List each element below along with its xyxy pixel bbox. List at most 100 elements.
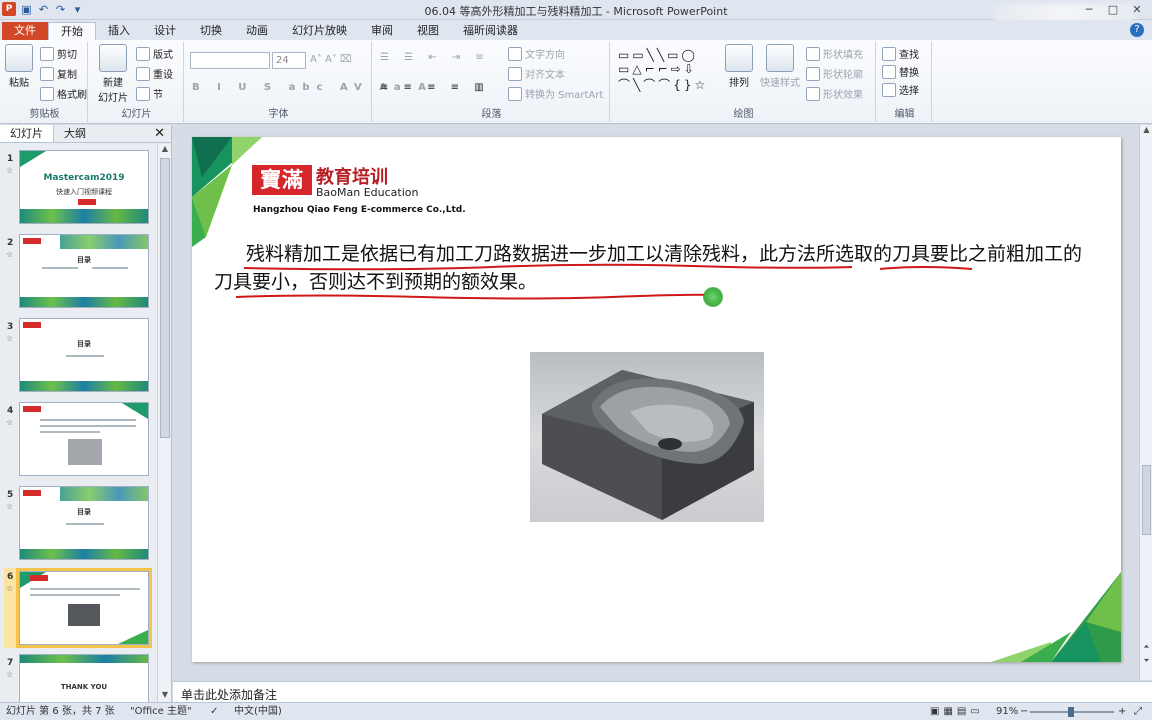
ribbon-tabs: 文件 开始 插入 设计 切换 动画 幻灯片放映 审阅 视图 福昕阅读器 bbox=[0, 20, 1152, 40]
thumbnail-4[interactable]: 4 ☆ bbox=[4, 402, 152, 478]
font-grow-shrink[interactable]: A˄ A˅ ⌧ bbox=[310, 54, 352, 65]
align-buttons[interactable]: ≡ ≡ ≡ ≡ ▥ bbox=[380, 82, 490, 93]
thumbnail-5[interactable]: 5 ☆ 目录 bbox=[4, 486, 152, 562]
tab-home[interactable]: 开始 bbox=[48, 22, 96, 40]
animation-star-icon: ☆ bbox=[6, 334, 14, 343]
theme-name[interactable]: "Office 主题" bbox=[130, 703, 192, 720]
smartart-icon bbox=[508, 86, 522, 101]
binoculars-icon bbox=[882, 46, 896, 61]
font-name-select[interactable] bbox=[190, 52, 270, 69]
scroll-down-icon[interactable]: ▼ bbox=[158, 690, 172, 702]
group-drawing: ▭▭╲╲▭◯ ▭△⌐⌐⇨⇩ ⌒╲⌒⌒{}☆ 排列 快速样式 形状填充 形状轮廓 形状… bbox=[612, 42, 876, 122]
close-icon[interactable]: ✕ bbox=[1126, 1, 1148, 18]
group-clipboard: 粘贴 剪切 复制 格式刷 剪贴板 bbox=[2, 42, 88, 122]
shape-outline-button[interactable]: 形状轮廓 bbox=[806, 66, 863, 81]
arrange-icon bbox=[725, 44, 753, 72]
find-button[interactable]: 查找 bbox=[882, 46, 919, 61]
shapes-gallery[interactable]: ▭▭╲╲▭◯ ▭△⌐⌐⇨⇩ ⌒╲⌒⌒{}☆ bbox=[618, 48, 708, 93]
scroll-up-icon[interactable]: ▲ bbox=[158, 144, 172, 156]
maximize-icon[interactable]: □ bbox=[1102, 1, 1124, 18]
new-slide-button[interactable]: 新建 幻灯片 bbox=[94, 44, 132, 104]
select-button[interactable]: 选择 bbox=[882, 82, 919, 97]
tab-design[interactable]: 设计 bbox=[142, 22, 188, 40]
thumbnail-scrollbar[interactable]: ▲ ▼ bbox=[157, 144, 171, 702]
animation-star-icon: ☆ bbox=[6, 418, 14, 427]
animation-star-icon: ☆ bbox=[6, 584, 14, 593]
slide-counter: 幻灯片 第 6 张，共 7 张 bbox=[6, 706, 115, 717]
copy-button[interactable]: 复制 bbox=[40, 66, 77, 81]
notes-input[interactable]: 单击此处添加备注 bbox=[173, 681, 1152, 702]
group-paragraph: ☰ ☰ ⇤ ⇥ ≡ 文字方向 对齐文本 转换为 SmartArt ≡ ≡ ≡ ≡… bbox=[374, 42, 610, 122]
tab-foxit[interactable]: 福昕阅读器 bbox=[451, 22, 530, 40]
zoom-level[interactable]: 91% bbox=[996, 703, 1018, 720]
brush-icon bbox=[40, 86, 54, 101]
replace-button[interactable]: 替换 bbox=[882, 64, 919, 79]
list-buttons[interactable]: ☰ ☰ ⇤ ⇥ ≡ bbox=[380, 52, 490, 63]
tab-insert[interactable]: 插入 bbox=[96, 22, 142, 40]
thumbnail-2[interactable]: 2 ☆ 目录 bbox=[4, 234, 152, 310]
paste-icon bbox=[5, 44, 33, 72]
prev-slide-icon[interactable]: ⏶ bbox=[1140, 642, 1152, 652]
align-text-icon bbox=[508, 66, 522, 81]
animation-star-icon: ☆ bbox=[6, 250, 14, 259]
clipboard-label: 剪贴板 bbox=[29, 109, 60, 120]
view-buttons[interactable]: ▣▦▤▭ bbox=[930, 703, 984, 720]
editor-scrollbar[interactable]: ▲ ⏶ ⏷ bbox=[1139, 125, 1152, 680]
format-painter-button[interactable]: 格式刷 bbox=[40, 86, 87, 101]
smartart-button[interactable]: 转换为 SmartArt bbox=[508, 86, 603, 101]
tab-slideshow[interactable]: 幻灯片放映 bbox=[280, 22, 359, 40]
zoom-out-icon[interactable]: − bbox=[1020, 703, 1028, 720]
spellcheck-icon[interactable]: ✓ bbox=[210, 703, 218, 720]
slide-editor: 寶滿 教育培训 BaoMan Education Hangzhou Qiao F… bbox=[173, 125, 1139, 680]
animation-star-icon: ☆ bbox=[6, 670, 14, 679]
text-direction-button[interactable]: 文字方向 bbox=[508, 46, 565, 61]
close-pane-icon[interactable]: ✕ bbox=[154, 126, 165, 141]
ribbon: 粘贴 剪切 复制 格式刷 剪贴板 新建 幻灯片 版式 重设 节 幻灯片 24 A… bbox=[0, 40, 1152, 124]
zoom-in-icon[interactable]: + bbox=[1118, 703, 1126, 720]
shape-effects-button[interactable]: 形状效果 bbox=[806, 86, 863, 101]
fill-icon bbox=[806, 46, 820, 61]
group-editing: 查找 替换 选择 编辑 bbox=[878, 42, 932, 122]
tab-view[interactable]: 视图 bbox=[405, 22, 451, 40]
slides-label: 幻灯片 bbox=[121, 109, 152, 120]
align-text-button[interactable]: 对齐文本 bbox=[508, 66, 565, 81]
tab-file[interactable]: 文件 bbox=[2, 22, 48, 40]
arrange-button[interactable]: 排列 bbox=[724, 44, 754, 89]
current-slide[interactable]: 寶滿 教育培训 BaoMan Education Hangzhou Qiao F… bbox=[192, 137, 1121, 662]
thumbnail-1[interactable]: 1 ☆ Mastercam2019 快速入门视频课程 bbox=[4, 150, 152, 226]
tab-slides[interactable]: 幻灯片 bbox=[0, 125, 54, 142]
thumbnail-6[interactable]: 6 ☆ bbox=[4, 568, 152, 648]
next-slide-icon[interactable]: ⏷ bbox=[1140, 656, 1152, 666]
section-icon bbox=[136, 86, 150, 101]
font-size-select[interactable]: 24 bbox=[272, 52, 306, 69]
tab-animations[interactable]: 动画 bbox=[234, 22, 280, 40]
tab-review[interactable]: 审阅 bbox=[359, 22, 405, 40]
tab-outline[interactable]: 大纲 bbox=[54, 125, 96, 142]
zoom-slider-handle[interactable] bbox=[1068, 707, 1074, 717]
paste-button[interactable]: 粘贴 bbox=[4, 44, 34, 89]
status-bar: 幻灯片 第 6 张，共 7 张 "Office 主题" ✓ 中文(中国) ▣▦▤… bbox=[0, 702, 1152, 720]
layout-button[interactable]: 版式 bbox=[136, 46, 173, 61]
outline-icon bbox=[806, 66, 820, 81]
scissors-icon bbox=[40, 46, 54, 61]
thumbnail-3[interactable]: 3 ☆ 目录 bbox=[4, 318, 152, 394]
section-button[interactable]: 节 bbox=[136, 86, 163, 101]
copy-icon bbox=[40, 66, 54, 81]
quick-styles-button[interactable]: 快速样式 bbox=[758, 44, 802, 89]
new-slide-icon bbox=[99, 44, 127, 72]
shape-fill-button[interactable]: 形状填充 bbox=[806, 46, 863, 61]
window-controls: ─ □ ✕ bbox=[1078, 1, 1148, 18]
cut-button[interactable]: 剪切 bbox=[40, 46, 77, 61]
fit-slide-icon[interactable]: ⤢ bbox=[1134, 703, 1142, 720]
thumbnail-list: 1☆ Mastercam2019 快速入门视频课程 2☆ 目录 3☆ 目录 bbox=[0, 144, 157, 702]
language[interactable]: 中文(中国) bbox=[234, 703, 282, 720]
help-icon[interactable]: ? bbox=[1130, 23, 1144, 37]
scroll-up-icon[interactable]: ▲ bbox=[1140, 125, 1152, 134]
reset-button[interactable]: 重设 bbox=[136, 66, 173, 81]
paragraph-label: 段落 bbox=[481, 109, 502, 120]
editing-label: 编辑 bbox=[894, 109, 915, 120]
minimize-icon[interactable]: ─ bbox=[1078, 1, 1100, 18]
tab-transitions[interactable]: 切换 bbox=[188, 22, 234, 40]
quick-styles-icon bbox=[766, 44, 794, 72]
thumbnail-7[interactable]: 7 ☆ THANK YOU bbox=[4, 654, 152, 702]
